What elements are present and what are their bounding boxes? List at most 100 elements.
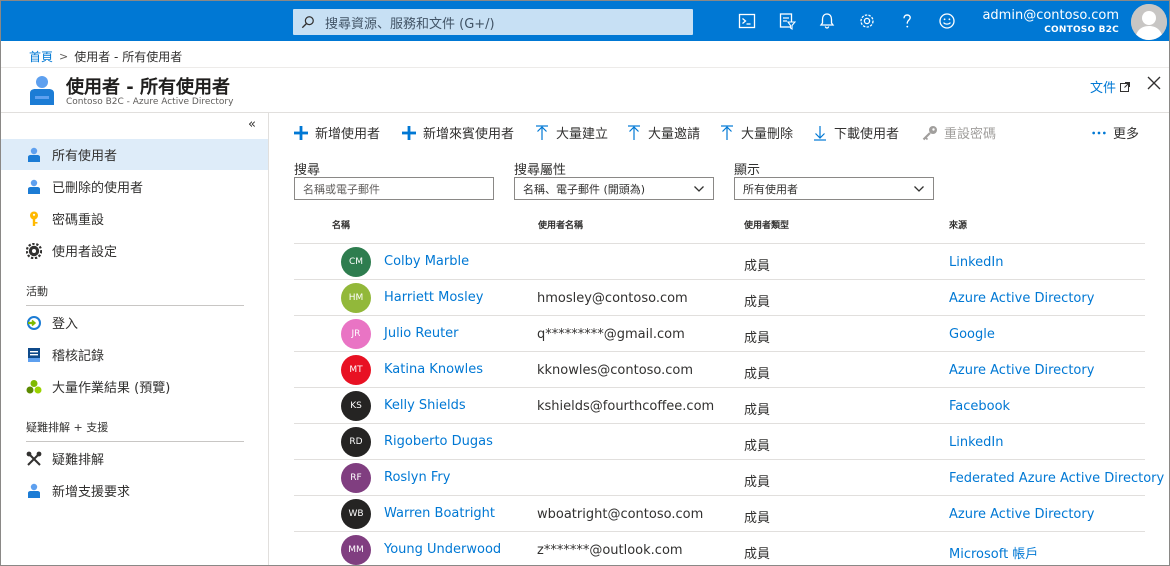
table-row[interactable]: WB Warren Boatright wboatright@contoso.com… (294, 495, 1145, 531)
column-header-name[interactable]: 名稱 (332, 218, 350, 231)
key-icon (922, 125, 938, 141)
user-name-link[interactable]: Harriett Mosley (384, 290, 483, 305)
breadcrumb-current: 使用者 - 所有使用者 (74, 50, 183, 64)
reset-password-button[interactable]: 重設密碼 (922, 123, 996, 142)
bulk-results-icon (26, 379, 42, 395)
user-source-link[interactable]: Federated Azure Active Directory (949, 471, 1164, 486)
user-type: 成員 (744, 547, 771, 562)
bulk-create-button[interactable]: 大量建立 (534, 123, 608, 142)
page-title: 使用者 - 所有使用者 (66, 77, 231, 98)
sidebar-item-troubleshoot[interactable]: 疑難排解 (1, 443, 268, 474)
search-attribute-dropdown[interactable]: 名稱、電子郵件 (開頭為) (514, 177, 714, 200)
documentation-link[interactable]: 文件 (1090, 77, 1131, 96)
user-name-link[interactable]: Roslyn Fry (384, 470, 450, 485)
search-attribute-label: 搜尋屬性 (514, 163, 567, 178)
breadcrumb-home-link[interactable]: 首頁 (29, 48, 53, 65)
table-row[interactable]: HM Harriett Mosley hmosley@contoso.com 成員 Az… (294, 279, 1145, 315)
global-search-input[interactable]: 搜尋資源、服務和文件 (G+/) (293, 9, 693, 35)
user-source-link[interactable]: Azure Active Directory (949, 507, 1094, 522)
user-source-link[interactable]: Google (949, 327, 995, 342)
top-bar: 搜尋資源、服務和文件 (G+/) admin@contoso.com CONTO… (1, 1, 1169, 41)
user-source-link[interactable]: Azure Active Directory (949, 363, 1094, 378)
user-type: 成員 (744, 331, 771, 346)
sidebar-item-user-settings[interactable]: 使用者設定 (1, 235, 268, 266)
search-input[interactable]: 名稱或電子郵件 (294, 177, 494, 200)
user-name-link[interactable]: Young Underwood (384, 542, 501, 557)
user-name-link[interactable]: Colby Marble (384, 254, 469, 269)
table-row[interactable]: RF Roslyn Fry 成員 Federated Azure Active Dir… (294, 459, 1164, 495)
user-source-link[interactable]: Azure Active Directory (949, 291, 1094, 306)
table-row[interactable]: RD Rigoberto Dugas 成員 LinkedIn (294, 423, 1145, 459)
user-name-link[interactable]: Warren Boatright (384, 506, 495, 521)
more-label: 更多 (1113, 127, 1140, 142)
user-name-link[interactable]: Julio Reuter (384, 326, 459, 341)
account-tenant: CONTOSO B2C (1044, 25, 1119, 35)
settings-icon[interactable] (857, 11, 877, 31)
sidebar-item-label: 疑難排解 (52, 453, 105, 468)
sidebar-item-new-support-request[interactable]: 新增支援要求 (1, 475, 268, 506)
user-name-link[interactable]: Kelly Shields (384, 398, 466, 413)
column-header-username[interactable]: 使用者名稱 (538, 218, 583, 231)
user-type: 成員 (744, 475, 771, 490)
new-user-button[interactable]: 新增使用者 (293, 123, 380, 142)
user-type: 成員 (744, 439, 771, 454)
sidebar-item-all-users[interactable]: 所有使用者 (1, 139, 268, 170)
user-source-link[interactable]: LinkedIn (949, 435, 1003, 450)
sign-in-icon (26, 315, 42, 331)
user-avatar: HM (341, 283, 371, 313)
section-divider (26, 441, 244, 442)
table-row[interactable]: CM Colby Marble 成員 LinkedIn (294, 243, 1145, 279)
user-avatar: MM (341, 535, 371, 565)
sidebar-item-password-reset[interactable]: 密碼重設 (1, 203, 268, 234)
sidebar-item-audit-logs[interactable]: 稽核記錄 (1, 339, 268, 370)
close-icon[interactable] (1146, 75, 1162, 91)
user-source-link[interactable]: LinkedIn (949, 255, 1003, 270)
gear-icon (26, 242, 42, 259)
sidebar: « 所有使用者 已刪除的使用者 密碼重設 使用者設定 活動 登入 稽核記錄 大量… (1, 113, 269, 565)
user-avatar: RF (341, 463, 371, 493)
column-header-user-type[interactable]: 使用者類型 (744, 218, 789, 231)
upload-icon (719, 124, 735, 141)
account-info[interactable]: admin@contoso.com CONTOSO B2C (982, 7, 1119, 37)
help-icon[interactable] (897, 11, 917, 31)
user-type: 成員 (744, 367, 771, 382)
user-avatar: KS (341, 391, 371, 421)
column-header-source[interactable]: 來源 (949, 218, 967, 231)
directory-filter-icon[interactable] (777, 11, 797, 31)
sidebar-item-sign-ins[interactable]: 登入 (1, 307, 268, 338)
more-button[interactable]: 更多 (1091, 123, 1139, 142)
key-icon (26, 211, 42, 227)
table-row[interactable]: KS Kelly Shields kshields@fourthcoffee.com… (294, 387, 1145, 423)
global-search-placeholder: 搜尋資源、服務和文件 (G+/) (325, 16, 495, 32)
sidebar-item-deleted-users[interactable]: 已刪除的使用者 (1, 171, 268, 202)
sidebar-item-label: 所有使用者 (52, 149, 118, 164)
collapse-sidebar-icon[interactable]: « (248, 117, 256, 132)
user-source-link[interactable]: Microsoft 帳戶 (949, 543, 1038, 562)
bulk-invite-label: 大量邀請 (648, 127, 701, 142)
notifications-icon[interactable] (817, 11, 837, 31)
more-icon (1091, 125, 1107, 141)
deleted-user-icon (26, 179, 42, 195)
user-type: 成員 (744, 259, 771, 274)
sidebar-item-label: 密碼重設 (52, 213, 105, 228)
account-avatar[interactable] (1131, 4, 1167, 40)
table-row[interactable]: JR Julio Reuter q*********@gmail.com 成員 Goog… (294, 315, 1145, 351)
show-dropdown[interactable]: 所有使用者 (734, 177, 934, 200)
download-users-button[interactable]: 下載使用者 (812, 123, 899, 142)
documentation-label: 文件 (1090, 81, 1117, 96)
user-type: 成員 (744, 295, 771, 310)
cloud-shell-icon[interactable] (737, 11, 757, 31)
table-row[interactable]: MM Young Underwood z*******@outlook.com 成員 M… (294, 531, 1145, 565)
search-label: 搜尋 (294, 163, 321, 178)
new-guest-user-button[interactable]: 新增來賓使用者 (401, 123, 514, 142)
table-row[interactable]: MT Katina Knowles kknowles@contoso.com 成員 Az… (294, 351, 1145, 387)
bulk-invite-button[interactable]: 大量邀請 (626, 123, 700, 142)
user-name-link[interactable]: Rigoberto Dugas (384, 434, 493, 449)
user-type: 成員 (744, 403, 771, 418)
bulk-delete-button[interactable]: 大量刪除 (719, 123, 793, 142)
sidebar-item-bulk-results[interactable]: 大量作業結果 (預覽) (1, 371, 268, 402)
feedback-icon[interactable] (937, 11, 957, 31)
user-name-link[interactable]: Katina Knowles (384, 362, 483, 377)
sidebar-item-label: 已刪除的使用者 (52, 181, 144, 196)
user-source-link[interactable]: Facebook (949, 399, 1010, 414)
